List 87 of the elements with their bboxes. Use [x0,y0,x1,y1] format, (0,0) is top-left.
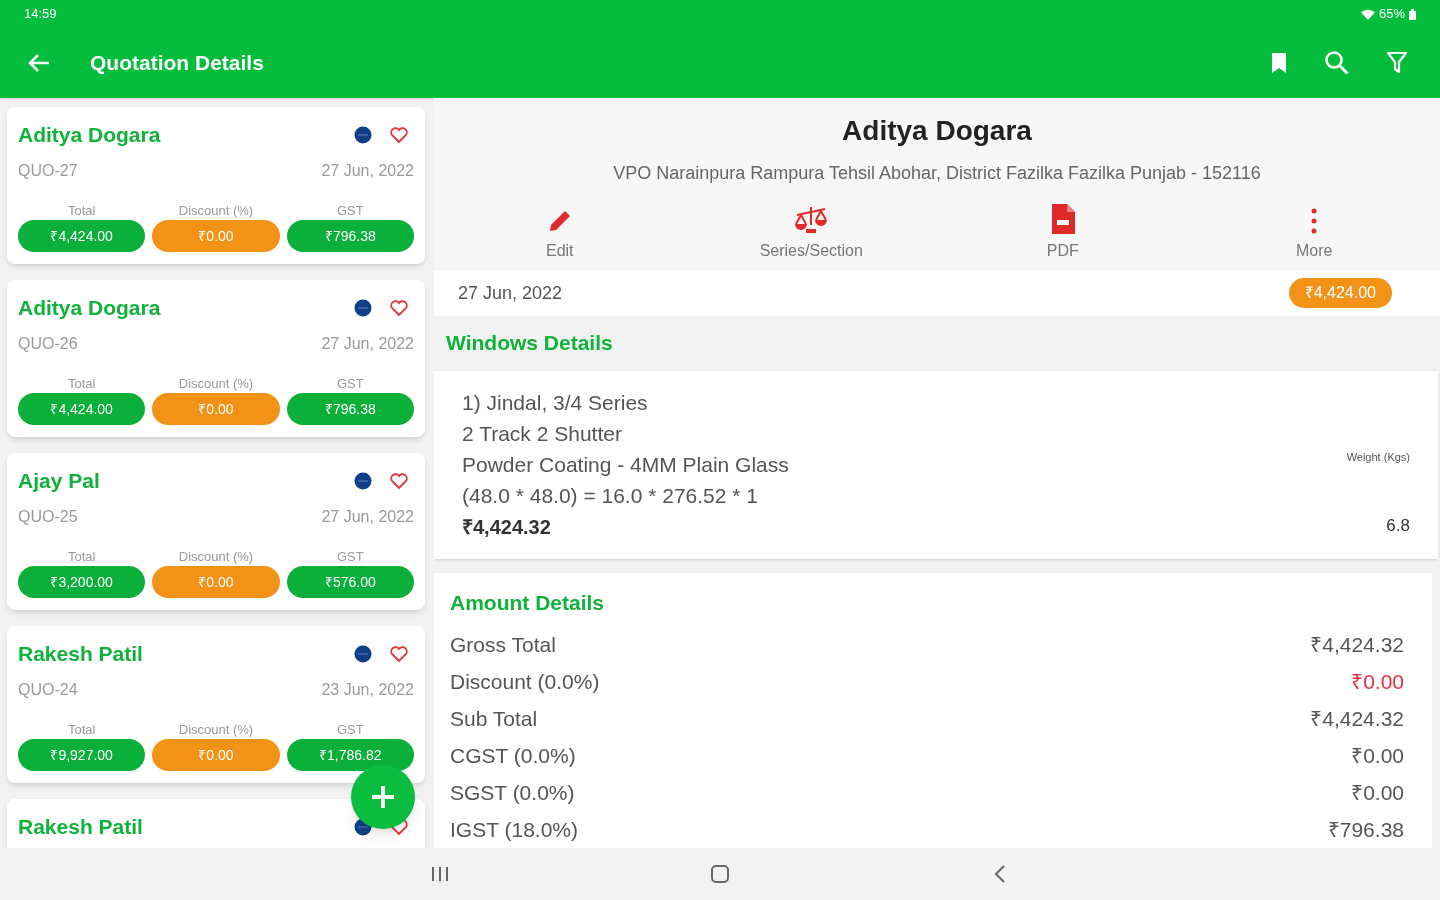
weight-value: 6.8 [1386,515,1410,537]
amount-pill: ₹4,424.00 [18,393,146,425]
quotation-card[interactable]: Rakesh Patil QUO-24 23 Jun, 2022 Total ₹9,927.00 Discount (%) ₹0.00 GST ₹1,786.82 [7,626,425,783]
action-button[interactable]: Series/Section [685,201,937,263]
quotation-date: 27 Jun, 2022 [321,160,414,181]
action-button[interactable]: More [1188,201,1440,263]
amount-pill: ₹3,200.00 [18,566,146,598]
recent-apps-icon[interactable] [430,865,450,883]
plus-icon [371,785,395,809]
quotation-card[interactable]: Rakesh Patil [7,799,425,848]
amount-label: Total [67,547,96,566]
amount-pill: ₹796.38 [286,393,414,425]
quotation-card[interactable]: Aditya Dogara QUO-26 27 Jun, 2022 Total ₹4,424.00 Discount (%) ₹0.00 GST ₹796.38 [7,280,425,437]
amount-label: GST [336,374,364,393]
customer-address: VPO Narainpura Rampura Tehsil Abohar, District Fazilka Fazilka Punjab - 152116 [613,162,1261,185]
window-spec: 1) Jindal, 3/4 Series [462,389,649,416]
customer-name: Rakesh Patil [18,814,143,840]
amount-pill: ₹0.00 [152,220,280,252]
amount-label: Gross Total [450,631,556,658]
window-spec: 2 Track 2 Shutter [462,420,623,447]
total-pill: ₹4,424.00 [1288,278,1392,309]
amount-value: ₹0.00 [1351,668,1404,695]
scales-icon [793,205,830,235]
amount-label: Discount (%) [178,547,254,566]
heart-icon[interactable] [390,645,408,662]
amount-value: ₹4,424.32 [1310,705,1404,732]
amount-label: Discount (%) [178,374,254,393]
amount-value: ₹0.00 [1351,779,1404,806]
amount-pill: ₹0.00 [152,566,280,598]
amount-label: Discount (%) [178,720,254,739]
heart-icon[interactable] [390,299,408,316]
amount-pill: ₹796.38 [286,220,414,252]
amount-value: ₹4,424.32 [1310,631,1404,658]
quotation-date: 27 Jun, 2022 [321,506,414,527]
amount-pill: ₹1,786.82 [286,739,414,771]
amount-label: GST [336,720,364,739]
battery-text: 65% [1378,5,1405,24]
clock-text: 14:59 [24,5,57,24]
more-icon [1310,207,1319,235]
quotation-number: QUO-25 [18,506,78,527]
screen-title: Quotation Details [90,50,264,77]
section-title: Amount Details [450,589,605,616]
amount-label: Sub Total [450,705,538,732]
amount-pill: ₹4,424.00 [18,220,146,252]
window-price: ₹4,424.32 [462,514,552,540]
amount-value: ₹796.38 [1327,816,1404,843]
amount-label: CGST (0.0%) [450,742,576,769]
heart-icon[interactable] [390,126,408,143]
quotation-number: QUO-24 [18,679,78,700]
quotation-card[interactable]: Ajay Pal QUO-25 27 Jun, 2022 Total ₹3,200.00 Discount (%) ₹0.00 GST ₹576.00 [7,453,425,610]
amount-label: Total [67,374,96,393]
amount-label: SGST (0.0%) [450,779,575,806]
action-button[interactable]: Edit [434,201,686,263]
customer-name: Aditya Dogara [842,114,1032,148]
window-spec: (48.0 * 48.0) = 16.0 * 276.52 * 1 [462,482,759,509]
quotation-number: QUO-26 [18,333,78,354]
pdf-file-icon [1049,203,1076,235]
amount-label: Discount (%) [178,201,254,220]
heart-icon[interactable] [390,472,408,489]
home-icon[interactable] [710,864,730,884]
amount-pill: ₹9,927.00 [18,739,146,771]
customer-name: Ajay Pal [18,468,100,494]
quotation-date: 27 Jun, 2022 [321,333,414,354]
amount-label: Total [67,720,96,739]
quotation-card[interactable]: Aditya Dogara QUO-27 27 Jun, 2022 Total ₹4,424.00 Discount (%) ₹0.00 GST ₹796.38 [7,107,425,264]
amount-label: Discount (0.0%) [450,668,600,695]
weight-label: Weight (Kgs) [1346,449,1410,465]
battery-icon [1409,8,1416,20]
customer-name: Rakesh Patil [18,641,143,667]
back-icon[interactable] [993,864,1007,884]
amount-label: GST [336,201,364,220]
quotation-date: 27 Jun, 2022 [458,281,563,305]
amount-pill: ₹0.00 [152,739,280,771]
customer-name: Aditya Dogara [18,295,161,321]
amount-label: IGST (18.0%) [450,816,578,843]
quotation-date: 23 Jun, 2022 [321,679,414,700]
quotation-number: QUO-27 [18,160,78,181]
amount-pill: ₹0.00 [152,393,280,425]
section-title: Windows Details [446,330,613,357]
amount-pill: ₹576.00 [286,566,414,598]
action-button[interactable]: PDF [937,201,1189,263]
amount-label: Total [67,201,96,220]
amount-value: ₹0.00 [1351,742,1404,769]
wifi-icon [1360,8,1375,20]
window-spec: Powder Coating - 4MM Plain Glass [462,451,790,478]
customer-name: Aditya Dogara [18,122,161,148]
amount-label: GST [336,547,364,566]
